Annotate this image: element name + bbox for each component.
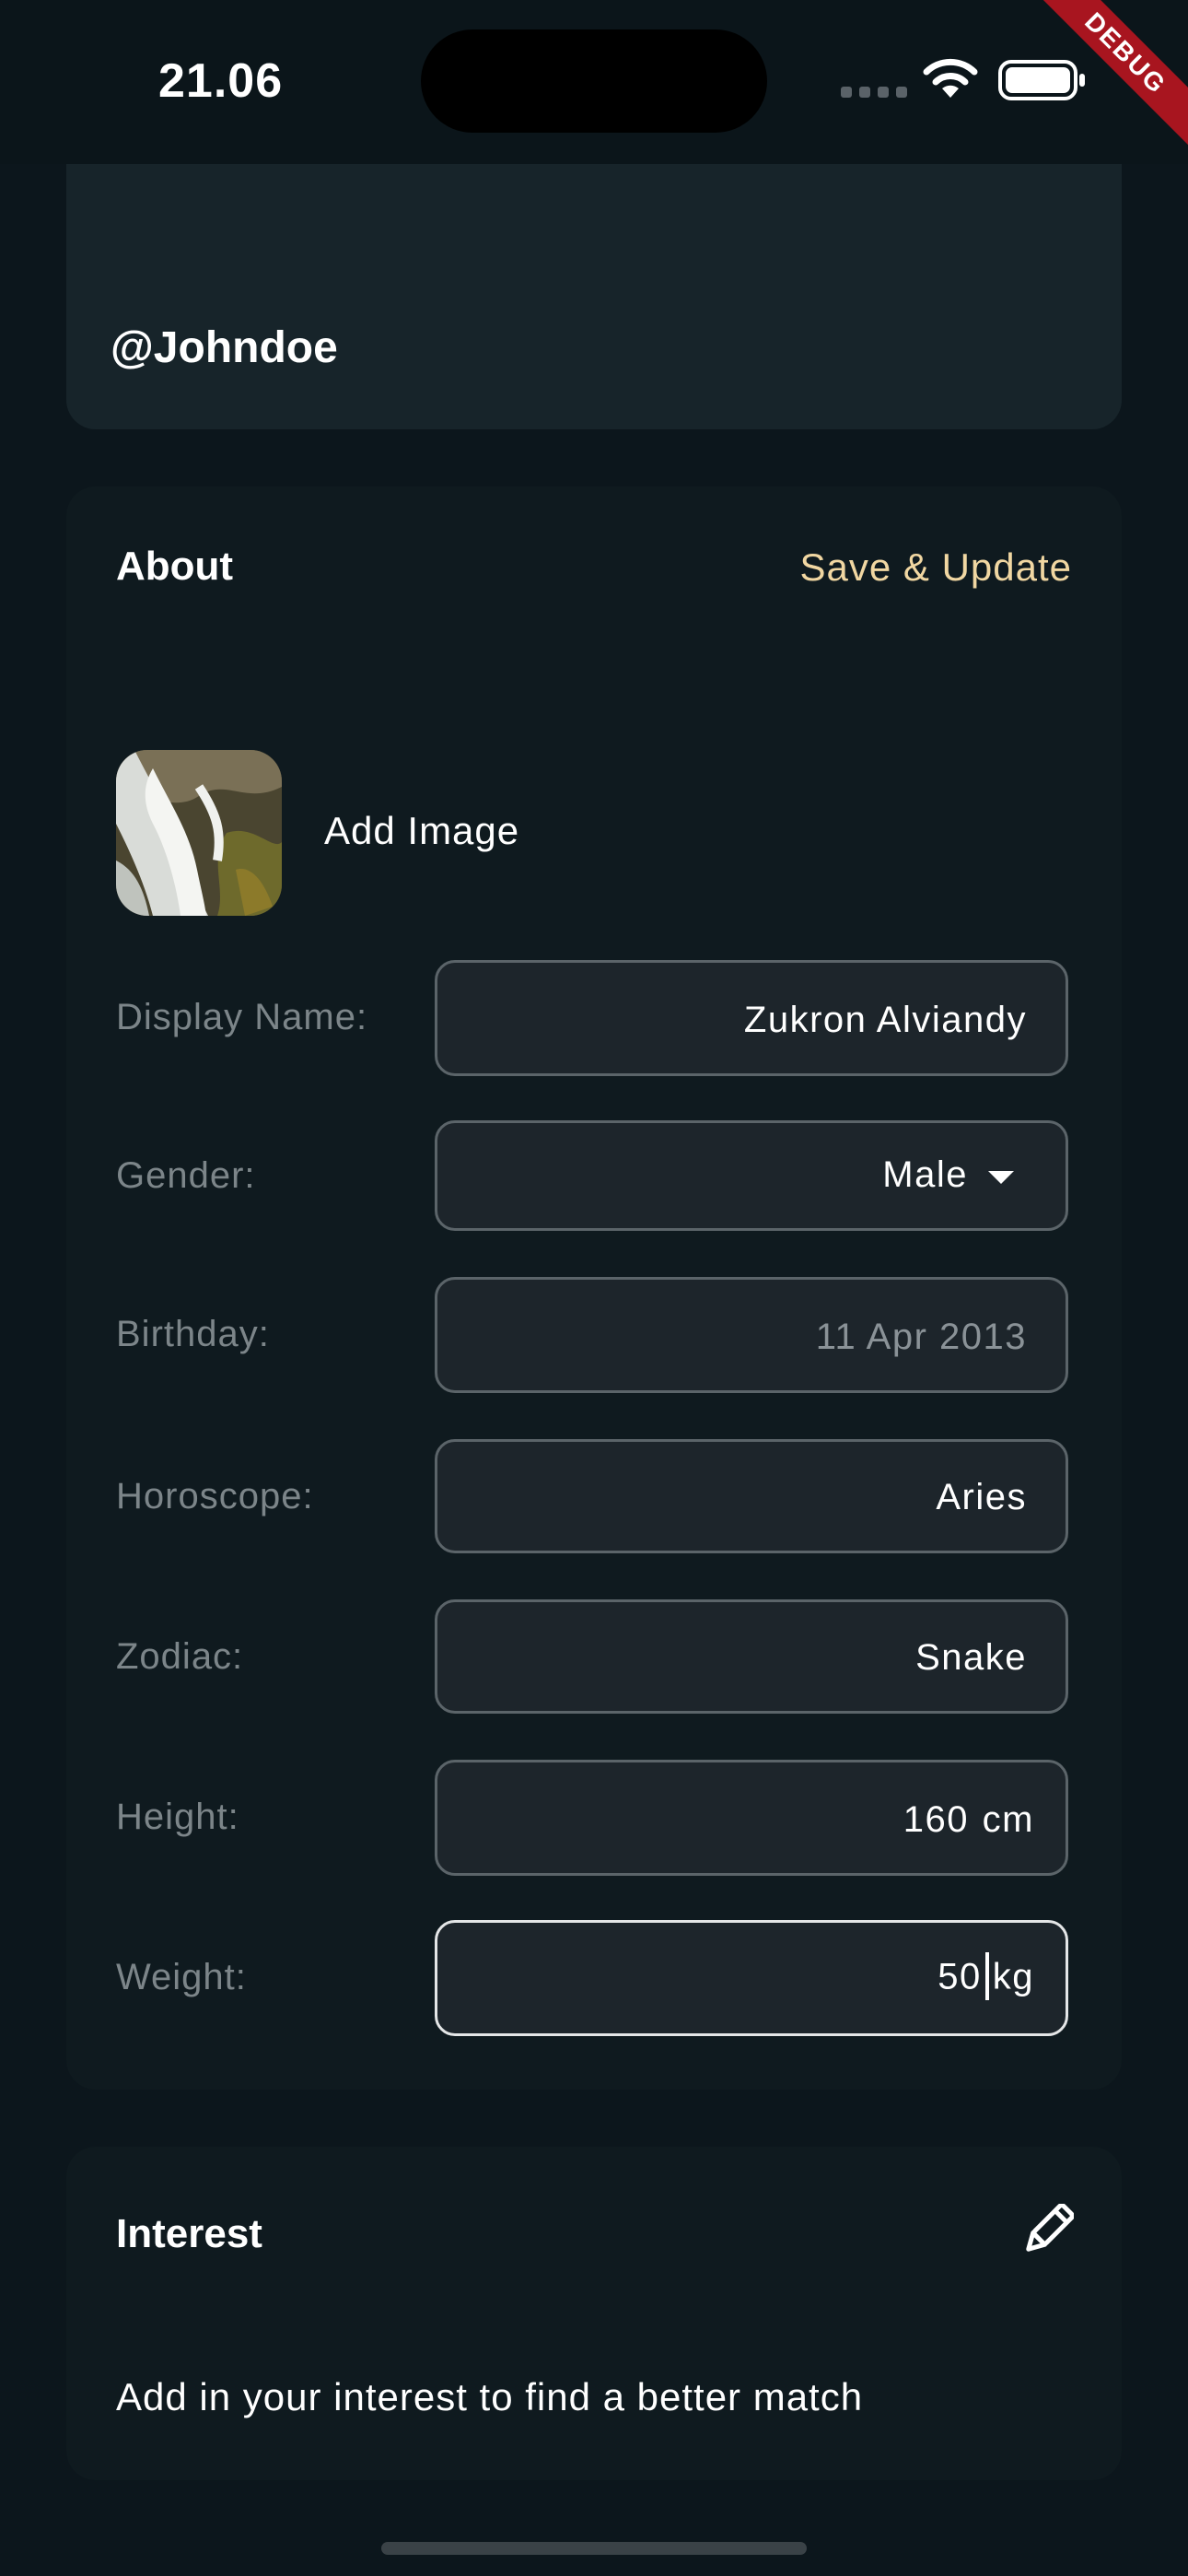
status-time: 21.06 [158,54,284,108]
height-value: 160 [903,1799,970,1840]
cellular-signal-icon [841,87,907,98]
height-input[interactable]: 160 cm [435,1760,1068,1876]
about-card: About Save & Update Add Image Display Na… [66,486,1122,2090]
interest-card: Interest Add in your interest to find a … [66,2147,1122,2480]
text-caret [984,1952,989,2000]
display-name-value: Zukron Alviandy [743,1000,1027,1040]
debug-label: DEBUG [1026,0,1188,153]
wifi-icon [923,58,978,98]
username: @Johndoe [111,323,338,372]
zodiac-label: Zodiac: [116,1636,244,1677]
weight-row: Weight: 50 kg [116,1920,1072,2036]
waterfall-photo [116,750,282,916]
add-image-button[interactable]: Add Image [324,809,519,853]
status-bar: 21.06 DEBUG [0,0,1188,164]
weight-label: Weight: [116,1957,247,1997]
display-name-input[interactable]: Zukron Alviandy [435,960,1068,1076]
display-name-row: Display Name: Zukron Alviandy [116,960,1072,1076]
zodiac-input[interactable]: Snake [435,1599,1068,1714]
interest-title: Interest [116,2211,262,2256]
gender-select[interactable]: Male [435,1120,1068,1231]
height-unit: cm [982,1799,1034,1840]
zodiac-value: Snake [915,1637,1027,1678]
profile-header-card: @Johndoe [66,164,1122,429]
birthday-value: 11 Apr 2013 [815,1317,1027,1357]
avatar-image[interactable] [116,750,282,916]
horoscope-row: Horoscope: Aries [116,1439,1072,1553]
dropdown-arrow-icon [988,1171,1014,1184]
zodiac-row: Zodiac: Snake [116,1599,1072,1714]
interest-hint: Add in your interest to find a better ma… [116,2375,864,2418]
weight-input[interactable]: 50 kg [435,1920,1068,2036]
height-row: Height: 160 cm [116,1760,1072,1876]
home-indicator [381,2542,807,2555]
display-name-label: Display Name: [116,997,368,1037]
weight-value: 50 [938,1956,982,1997]
birthday-label: Birthday: [116,1314,270,1354]
height-value-group: 160 cm [903,1799,1034,1841]
pencil-icon[interactable] [1022,2204,1074,2255]
birthday-row: Birthday: 11 Apr 2013 [116,1277,1072,1393]
horoscope-input[interactable]: Aries [435,1439,1068,1553]
birthday-input[interactable]: 11 Apr 2013 [435,1277,1068,1393]
horoscope-value: Aries [936,1477,1027,1517]
horoscope-label: Horoscope: [116,1476,314,1516]
debug-banner: DEBUG [1004,0,1188,184]
weight-unit: kg [992,1956,1034,1997]
about-title: About [116,544,234,589]
height-label: Height: [116,1797,239,1837]
dynamic-island [421,29,767,133]
gender-value: Male [882,1154,968,1195]
gender-row: Gender: Male [116,1120,1072,1231]
save-update-button[interactable]: Save & Update [799,545,1072,590]
gender-label: Gender: [116,1155,256,1196]
weight-value-group: 50 kg [938,1952,1034,2006]
